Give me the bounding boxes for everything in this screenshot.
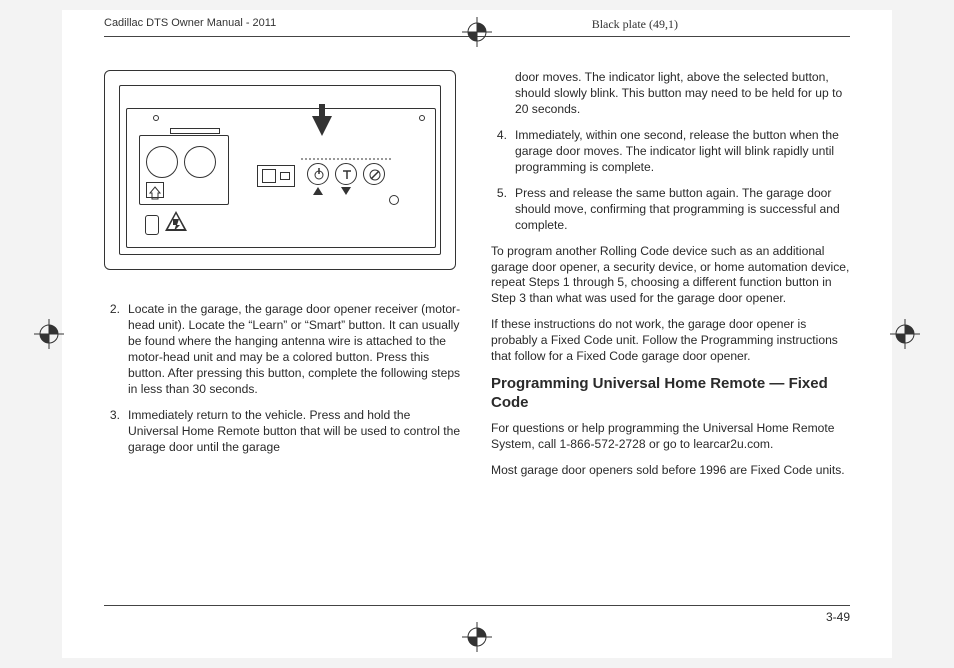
content-area: 2. Locate in the garage, the garage door…: [104, 70, 850, 608]
instruction-list-left: 2. Locate in the garage, the garage door…: [104, 302, 463, 456]
step-number: 4.: [491, 128, 515, 176]
manual-title: Cadillac DTS Owner Manual - 2011: [104, 17, 276, 29]
body-paragraph: If these instructions do not work, the g…: [491, 317, 850, 365]
step-text: Locate in the garage, the garage door op…: [128, 302, 463, 398]
step-text: Immediately, within one second, release …: [515, 128, 850, 176]
step-4: 4. Immediately, within one second, relea…: [491, 128, 850, 176]
step-2: 2. Locate in the garage, the garage door…: [104, 302, 463, 398]
body-paragraph: For questions or help programming the Un…: [491, 421, 850, 453]
step-5: 5. Press and release the same button aga…: [491, 186, 850, 234]
step-text: Immediately return to the vehicle. Press…: [128, 408, 463, 456]
registration-mark-icon: [890, 319, 920, 349]
registration-mark-icon: [462, 17, 492, 47]
section-heading: Programming Universal Home Remote — Fixe…: [491, 375, 850, 413]
instruction-list-right: 4. Immediately, within one second, relea…: [491, 128, 850, 234]
step-number: 3.: [104, 408, 128, 456]
step-3-continuation: door moves. The indicator light, above t…: [491, 70, 850, 118]
manual-page: Cadillac DTS Owner Manual - 2011 Black p…: [62, 10, 892, 658]
footer-rule: [104, 605, 850, 606]
black-plate-label: Black plate (49,1): [592, 17, 678, 32]
body-paragraph: Most garage door openers sold before 199…: [491, 463, 850, 479]
step-3: 3. Immediately return to the vehicle. Pr…: [104, 408, 463, 456]
step-text: Press and release the same button again.…: [515, 186, 850, 234]
registration-mark-icon: [462, 622, 492, 652]
page-number: 3-49: [826, 610, 850, 624]
right-column: door moves. The indicator light, above t…: [491, 70, 850, 608]
garage-opener-figure: [104, 70, 456, 270]
warning-triangle-icon: [163, 209, 189, 233]
body-paragraph: To program another Rolling Code device s…: [491, 244, 850, 308]
left-column: 2. Locate in the garage, the garage door…: [104, 70, 463, 608]
step-number: 2.: [104, 302, 128, 398]
step-number: 5.: [491, 186, 515, 234]
registration-mark-icon: [34, 319, 64, 349]
